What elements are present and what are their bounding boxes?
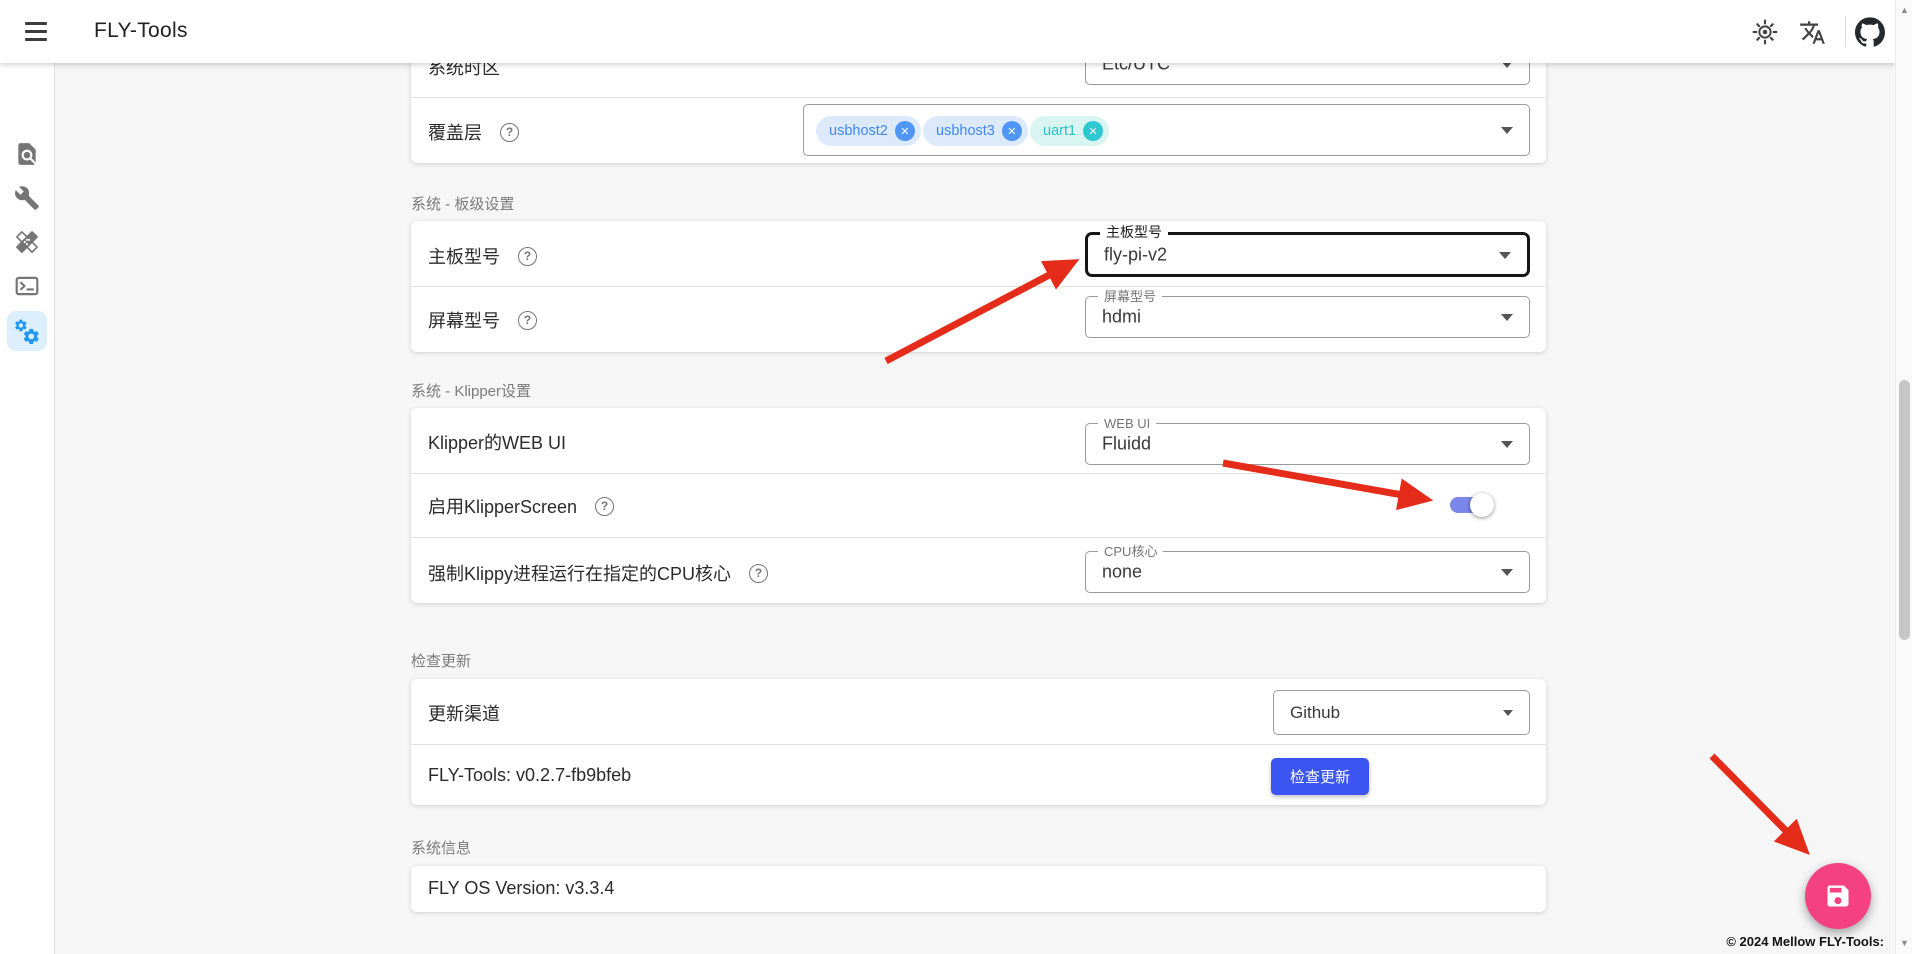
app-bar: FLY-Tools [0, 0, 1895, 63]
channel-label: 更新渠道 [428, 700, 500, 726]
cpu-core-select[interactable]: CPU核心 none [1085, 551, 1530, 593]
webui-row-label: Klipper的WEB UI [428, 429, 566, 455]
section-title-sysinfo: 系统信息 [411, 837, 471, 858]
divider [411, 473, 1546, 474]
channel-value: Github [1290, 703, 1340, 723]
terminal-icon [14, 273, 40, 299]
channel-row-label: 更新渠道 [428, 700, 500, 726]
gears-icon [13, 317, 41, 345]
sidebar-item-tools[interactable] [7, 178, 47, 218]
scroll-up-icon[interactable]: ▲ [1896, 2, 1912, 19]
check-update-button[interactable]: 检查更新 [1271, 758, 1369, 795]
screen-model-value: hdmi [1102, 307, 1141, 328]
update-channel-select[interactable]: Github [1273, 690, 1530, 735]
sidebar-item-terminal[interactable] [7, 266, 47, 306]
theme-toggle-button[interactable] [1750, 17, 1780, 47]
overlay-row-label: 覆盖层 ? [428, 119, 519, 145]
overlay-chips-input[interactable]: usbhost2 ✕ usbhost3 ✕ uart1 ✕ [803, 104, 1530, 156]
brightness-icon [1752, 19, 1778, 45]
wrench-icon [14, 185, 40, 211]
chevron-down-icon [1503, 710, 1513, 716]
board-model-label: 主板型号 [428, 243, 500, 269]
translate-button[interactable] [1797, 17, 1827, 47]
webui-label: Klipper的WEB UI [428, 429, 566, 455]
chip-close-icon[interactable]: ✕ [895, 121, 915, 141]
chevron-down-icon [1499, 252, 1511, 259]
divider [411, 97, 1546, 98]
section-title-update: 检查更新 [411, 650, 471, 671]
overlay-chip[interactable]: uart1 ✕ [1030, 116, 1109, 146]
board-model-field-label: 主板型号 [1100, 224, 1168, 241]
chevron-down-icon [1501, 314, 1513, 321]
webui-value: Fluidd [1102, 434, 1151, 455]
webui-select[interactable]: WEB UI Fluidd [1085, 423, 1530, 465]
section-title-klipper: 系统 - Klipper设置 [411, 380, 531, 401]
screen-model-row-label: 屏幕型号 ? [428, 307, 537, 333]
chevron-down-icon [1501, 569, 1513, 576]
card-sysinfo: FLY OS Version: v3.3.4 [411, 866, 1546, 912]
topbar-divider [1845, 16, 1846, 47]
os-version-text: FLY OS Version: v3.3.4 [428, 878, 614, 899]
healing-icon [14, 229, 40, 255]
cpu-core-label: 强制Klippy进程运行在指定的CPU核心 [428, 560, 731, 586]
save-icon [1824, 882, 1852, 910]
sidebar [0, 63, 55, 954]
sidebar-item-settings[interactable] [7, 311, 47, 351]
menu-button[interactable] [24, 22, 48, 41]
chip-label: usbhost3 [936, 123, 995, 139]
overlay-chip[interactable]: usbhost3 ✕ [923, 116, 1028, 146]
os-version-row: FLY OS Version: v3.3.4 [428, 878, 614, 899]
chip-label: uart1 [1043, 123, 1076, 139]
sidebar-item-patches[interactable] [7, 222, 47, 262]
version-row: FLY-Tools: v0.2.7-fb9bfeb [428, 765, 631, 786]
card-klipper-settings: Klipper的WEB UI WEB UI Fluidd 启用KlipperSc… [411, 408, 1546, 603]
overlay-label: 覆盖层 [428, 119, 482, 145]
file-search-icon [14, 141, 40, 167]
github-icon [1855, 17, 1885, 47]
help-icon[interactable]: ? [749, 564, 768, 583]
chip-close-icon[interactable]: ✕ [1002, 121, 1022, 141]
help-icon[interactable]: ? [518, 311, 537, 330]
version-text: FLY-Tools: v0.2.7-fb9bfeb [428, 765, 631, 786]
github-button[interactable] [1855, 17, 1885, 47]
klipperscreen-label: 启用KlipperScreen [428, 493, 577, 519]
card-board-settings: 主板型号 ? 主板型号 fly-pi-v2 屏幕型号 ? 屏幕型号 hdmi [411, 221, 1546, 352]
divider [411, 537, 1546, 538]
chip-close-icon[interactable]: ✕ [1083, 121, 1103, 141]
translate-icon [1799, 19, 1826, 46]
screen-model-label: 屏幕型号 [428, 307, 500, 333]
scroll-thumb[interactable] [1899, 380, 1910, 640]
cpu-core-field-label: CPU核心 [1098, 543, 1163, 560]
klipperscreen-toggle[interactable] [1450, 497, 1492, 513]
cpu-core-value: none [1102, 562, 1142, 583]
vertical-scrollbar[interactable]: ▲ ▼ [1895, 0, 1912, 954]
help-icon[interactable]: ? [500, 123, 519, 142]
klipperscreen-row-label: 启用KlipperScreen ? [428, 493, 614, 519]
app-title: FLY-Tools [94, 19, 188, 43]
save-fab[interactable] [1805, 863, 1871, 929]
fly-tools-screen: { "app_bar": { "title": "FLY-Tools" }, "… [0, 0, 1912, 954]
board-model-value: fly-pi-v2 [1104, 244, 1167, 265]
sidebar-item-log-inspect[interactable] [7, 134, 47, 174]
divider [411, 286, 1546, 287]
board-model-select[interactable]: 主板型号 fly-pi-v2 [1085, 232, 1530, 277]
help-icon[interactable]: ? [518, 247, 537, 266]
board-model-row-label: 主板型号 ? [428, 243, 537, 269]
help-icon[interactable]: ? [595, 497, 614, 516]
overlay-chip[interactable]: usbhost2 ✕ [816, 116, 921, 146]
webui-field-label: WEB UI [1098, 415, 1156, 432]
scroll-down-icon[interactable]: ▼ [1896, 935, 1912, 952]
card-update: 更新渠道 Github FLY-Tools: v0.2.7-fb9bfeb 检查… [411, 679, 1546, 805]
chevron-down-icon [1501, 441, 1513, 448]
chip-label: usbhost2 [829, 123, 888, 139]
screen-model-field-label: 屏幕型号 [1098, 288, 1162, 305]
chevron-down-icon [1501, 127, 1513, 134]
section-title-board: 系统 - 板级设置 [411, 193, 514, 214]
footer-copyright: © 2024 Mellow FLY-Tools: [1726, 934, 1884, 949]
cpu-core-row-label: 强制Klippy进程运行在指定的CPU核心 ? [428, 560, 768, 586]
toggle-thumb [1470, 493, 1494, 517]
divider [411, 744, 1546, 745]
screen-model-select[interactable]: 屏幕型号 hdmi [1085, 296, 1530, 338]
